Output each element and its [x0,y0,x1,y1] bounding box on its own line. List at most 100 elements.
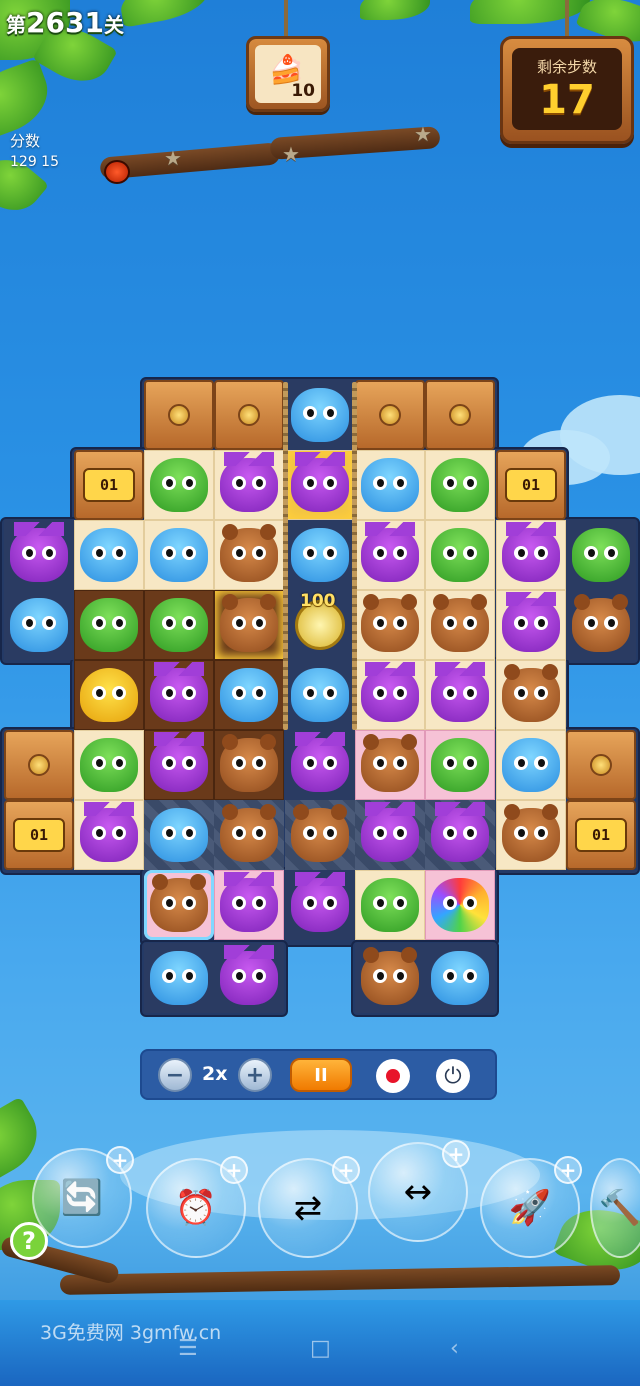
progress-star-3: ★ [414,122,432,146]
board-cell[interactable] [4,590,74,660]
board-cell[interactable]: 100 [285,590,355,660]
pause-button[interactable]: II [290,1058,352,1092]
green-frog-piece [150,598,208,652]
blue-hippo-piece [361,458,419,512]
board-cell[interactable] [496,660,566,730]
board-cell[interactable] [214,520,284,590]
level-number: 2631 [26,6,104,39]
purple-owl-piece [220,945,278,1005]
board-cell[interactable] [355,943,425,1013]
booster-plus-icon[interactable]: + [220,1156,248,1184]
purple-owl-piece [220,872,278,932]
help-button[interactable]: ? [10,1222,48,1260]
board-cell[interactable] [144,943,214,1013]
blue-hippo-piece [502,738,560,792]
board-cell[interactable] [355,800,425,870]
speed-increase-button[interactable]: + [238,1058,272,1092]
board-cell[interactable] [355,660,425,730]
booster-rewind[interactable]: ⏰ + [146,1156,248,1258]
purple-owl-piece [431,802,489,862]
board-cell[interactable] [285,450,355,520]
board-cell[interactable] [74,800,144,870]
board-cell[interactable] [285,380,355,450]
nav-menu-button[interactable]: ☰ [178,1336,198,1361]
board-cell[interactable] [285,520,355,590]
booster-plus-icon[interactable]: + [554,1156,582,1184]
record-icon [386,1069,400,1083]
booster-plus-icon[interactable]: + [442,1140,470,1168]
green-frog-piece [431,528,489,582]
board-cell[interactable] [425,660,495,730]
booster-shuffle[interactable]: 🔄 + [32,1146,134,1248]
speed-decrease-button[interactable]: − [158,1058,192,1092]
purple-owl-piece [361,802,419,862]
purple-owl-piece [220,452,278,512]
nav-back-button[interactable]: ‹ [450,1336,459,1361]
board-cell[interactable] [496,520,566,590]
board-cell[interactable] [355,450,425,520]
board-cell[interactable] [214,870,284,940]
board-cell[interactable] [144,520,214,590]
lock-counter: 01 [83,468,135,502]
power-button[interactable]: ⏻ [436,1059,470,1093]
board-cell[interactable] [74,660,144,730]
speed-value: 2x [202,1063,228,1085]
level-suffix: 关 [103,13,124,37]
board-cell[interactable] [496,800,566,870]
booster-plus-icon[interactable]: + [106,1146,134,1174]
board-cell[interactable] [496,590,566,660]
blue-hippo-piece [220,668,278,722]
board-cell[interactable] [425,730,495,800]
nav-home-button[interactable]: □ [310,1336,331,1361]
wooden-crate [4,730,74,800]
board-cell[interactable] [425,800,495,870]
board-cell[interactable] [144,450,214,520]
board-cell[interactable] [496,730,566,800]
board-cell[interactable] [144,590,214,660]
horizontal-rocket-icon: ↔ [403,1172,433,1212]
board-cell[interactable] [566,520,636,590]
board-cell[interactable] [425,450,495,520]
board-cell[interactable] [425,943,495,1013]
board-cell[interactable] [355,520,425,590]
board-cell[interactable] [285,800,355,870]
board-cell-selected[interactable] [144,870,214,940]
board-cell[interactable] [425,520,495,590]
board-cell[interactable] [74,590,144,660]
brown-bear-piece [431,594,489,652]
board-cell[interactable] [214,660,284,730]
booster-plus-icon[interactable]: + [332,1156,360,1184]
blue-hippo-piece [10,598,68,652]
board-cell[interactable] [214,450,284,520]
board-cell[interactable] [74,730,144,800]
board-cell[interactable] [144,660,214,730]
board-cell[interactable] [214,943,284,1013]
moves-value: 17 [539,77,595,123]
board-cell[interactable] [285,660,355,730]
purple-owl-piece [80,802,138,862]
board-cell[interactable] [285,870,355,940]
board-cell[interactable] [214,730,284,800]
blue-hippo-piece [291,668,349,722]
locked-chest: 01 [74,450,144,520]
board-cell[interactable] [74,520,144,590]
booster-vertical-rocket[interactable]: 🚀 + [480,1156,582,1258]
board-cell[interactable] [355,730,425,800]
board-cell[interactable] [144,730,214,800]
board-cell[interactable] [566,590,636,660]
board-cell[interactable] [355,870,425,940]
board-cell[interactable] [425,870,495,940]
board-cell[interactable] [214,800,284,870]
blue-hippo-piece [150,528,208,582]
board-cell[interactable] [214,590,284,660]
goal-sign: 🍰 10 [246,36,330,112]
board-cell[interactable] [144,800,214,870]
board-cell[interactable] [285,730,355,800]
purple-owl-piece [502,592,560,652]
board-cell[interactable] [4,520,74,590]
booster-swap[interactable]: ⇄ + [258,1156,360,1258]
board-cell[interactable] [355,590,425,660]
record-button[interactable] [376,1059,410,1093]
board-cell[interactable] [425,590,495,660]
booster-horizontal-rocket[interactable]: ↔ + [368,1140,470,1242]
